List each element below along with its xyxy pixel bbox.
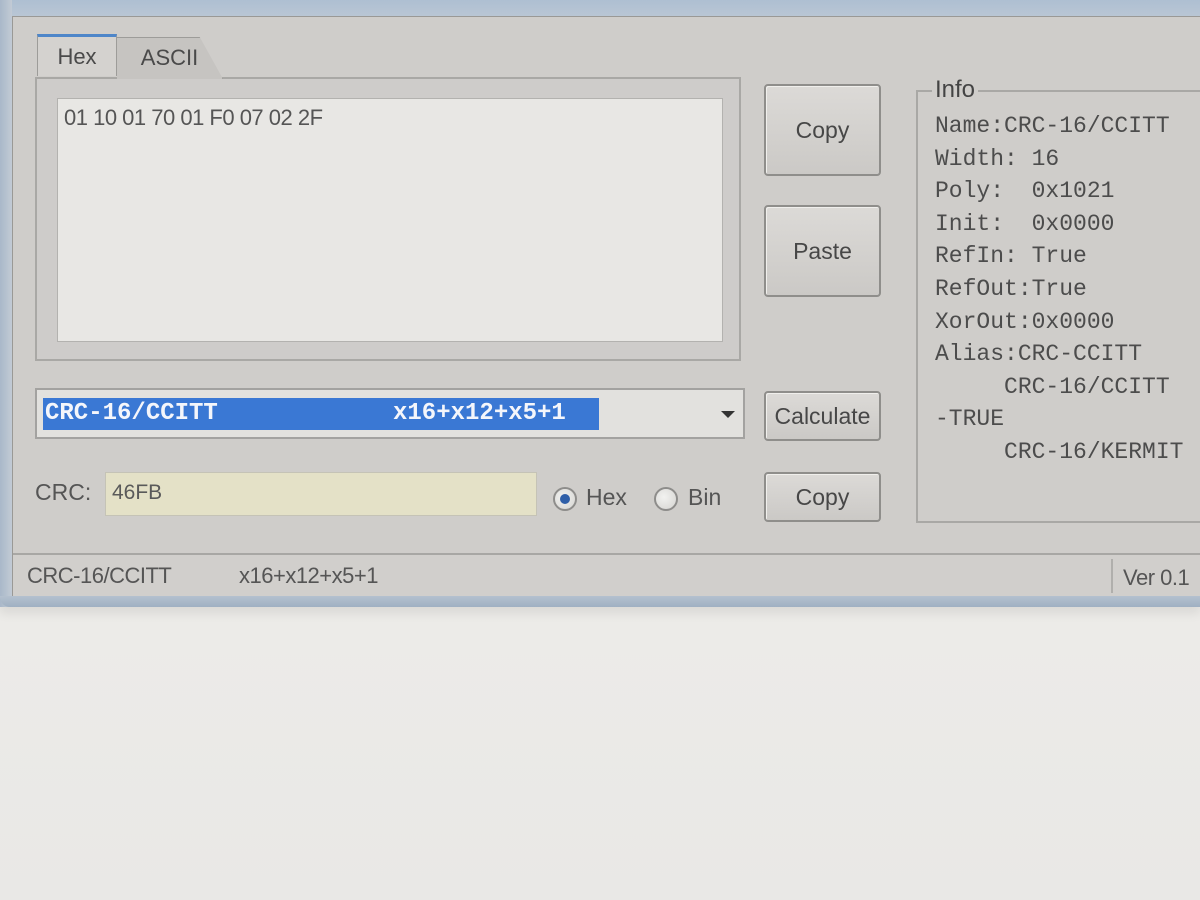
info-line-poly: Poly: 0x1021	[935, 178, 1115, 205]
info-line-true: -TRUE	[935, 406, 1005, 433]
paste-button[interactable]: Paste	[764, 205, 881, 297]
algorithm-name: CRC-16/CCITT	[45, 400, 218, 427]
algorithm-selection-highlight: CRC-16/CCITT x16+x12+x5+1	[43, 398, 599, 430]
window-frame-top	[0, 0, 1200, 16]
info-line-init: Init: 0x0000	[935, 210, 1115, 237]
calculate-button[interactable]: Calculate	[764, 391, 881, 441]
bin-format-radio[interactable]	[654, 487, 678, 511]
window-frame-bottom	[0, 596, 1200, 607]
window-frame-left	[0, 0, 12, 607]
info-details: Name:CRC-16/CCITT Width: 16 Poly: 0x1021 In…	[935, 110, 1183, 469]
info-title: Info	[932, 76, 979, 104]
crc-label: CRC:	[35, 479, 92, 505]
hex-format-label[interactable]: Hex	[586, 484, 627, 511]
bin-format-label[interactable]: Bin	[688, 484, 721, 511]
dropdown-arrow-icon[interactable]	[721, 411, 735, 418]
tab-hex[interactable]: Hex	[37, 34, 117, 76]
radio-selected-dot	[560, 494, 570, 504]
info-line-alias-3: CRC-16/KERMIT	[935, 438, 1184, 465]
status-algorithm-name: CRC-16/CCITT	[27, 563, 172, 588]
status-polynomial: x16+x12+x5+1	[239, 563, 378, 588]
info-line-alias-2: CRC-16/CCITT	[935, 373, 1170, 400]
info-line-width: Width: 16	[935, 145, 1060, 172]
info-line-alias: Alias:CRC-CCITT	[935, 341, 1143, 368]
crc-result-field[interactable]: 46FB	[105, 472, 537, 516]
status-bar: CRC-16/CCITT x16+x12+x5+1 Ver 0.1	[13, 553, 1200, 597]
hex-data-input[interactable]: 01 10 01 70 01 F0 07 02 2F	[57, 98, 723, 342]
copy-crc-button[interactable]: Copy	[764, 472, 881, 522]
info-line-refout: RefOut:True	[935, 275, 1087, 302]
window-client-area: ASCII Hex 01 10 01 70 01 F0 07 02 2F Cop…	[12, 16, 1200, 597]
crc-calculator-window: ASCII Hex 01 10 01 70 01 F0 07 02 2F Cop…	[0, 0, 1200, 607]
status-version: Ver 0.1	[1123, 565, 1190, 590]
copy-input-button[interactable]: Copy	[764, 84, 881, 176]
hex-format-radio[interactable]	[553, 487, 577, 511]
info-line-xorout: XorOut:0x0000	[935, 308, 1115, 335]
tab-ascii[interactable]: ASCII	[117, 37, 223, 79]
info-groupbox: Info Name:CRC-16/CCITT Width: 16 Poly: 0x1…	[916, 76, 1200, 523]
hex-tab-panel: 01 10 01 70 01 F0 07 02 2F	[35, 77, 741, 361]
info-line-refin: RefIn: True	[935, 243, 1087, 270]
algorithm-polynomial: x16+x12+x5+1	[393, 400, 566, 427]
algorithm-select[interactable]: CRC-16/CCITT x16+x12+x5+1	[35, 388, 745, 439]
status-divider	[1111, 559, 1113, 593]
info-line-name: Name:CRC-16/CCITT	[935, 113, 1170, 139]
